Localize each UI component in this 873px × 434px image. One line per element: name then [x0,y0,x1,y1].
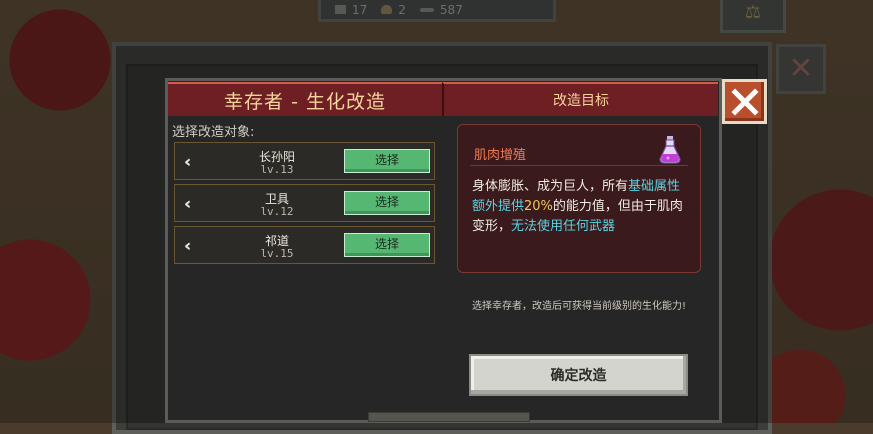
dialog-title: 幸存者 - 生化改造 [168,82,442,116]
effect-desc-percent: 20% [524,199,553,214]
chevron-left-icon[interactable]: ‹‹ [184,194,192,213]
select-target-label: 选择改造对象: [172,125,255,140]
bottom-handle [368,412,530,422]
survivor-row: ‹‹ 祁道 lv.15 选择 [174,226,435,264]
survivor-row: ‹‹ 长孙阳 lv.13 选择 [174,142,435,180]
hint-text: 选择幸存者，改造后可获得当前级别的生化能力! [471,301,686,312]
survivor-level: lv.13 [260,163,294,176]
target-header: 改造目标 [442,82,718,116]
chevron-left-icon[interactable]: ‹‹ [184,152,192,171]
survivor-level: lv.15 [260,247,294,260]
survivor-row: ‹‹ 卫具 lv.12 选择 [174,184,435,222]
select-survivor-button[interactable]: 选择 [344,233,430,257]
chevron-left-icon[interactable]: ‹‹ [184,236,192,255]
close-icon [730,87,759,116]
select-survivor-button[interactable]: 选择 [344,191,430,215]
survivor-level: lv.12 [260,205,294,218]
potion-icon [659,136,681,164]
confirm-modification-button[interactable]: 确定改造 [469,354,688,396]
effect-description: 身体膨胀、成为巨人，所有基础属性额外提供20%的能力值，但由于肌肉变形，无法使用… [472,177,692,237]
effect-name: 肌肉增殖 [474,148,527,163]
effect-desc-part: 身体膨胀、成为巨人，所有 [472,179,629,194]
modification-effect-card: 肌肉增殖 身体膨胀、成为巨人，所有基础属性额外提供20%的能力值，但由于肌肉变形… [457,124,701,273]
effect-divider [470,165,688,166]
select-survivor-button[interactable]: 选择 [344,149,430,173]
survivor-list: ‹‹ 长孙阳 lv.13 选择 ‹‹ 卫具 lv.12 选择 ‹‹ 祁道 lv.… [174,142,435,268]
close-button[interactable] [722,79,767,124]
effect-desc-highlight: 无法使用任何武器 [511,219,616,234]
